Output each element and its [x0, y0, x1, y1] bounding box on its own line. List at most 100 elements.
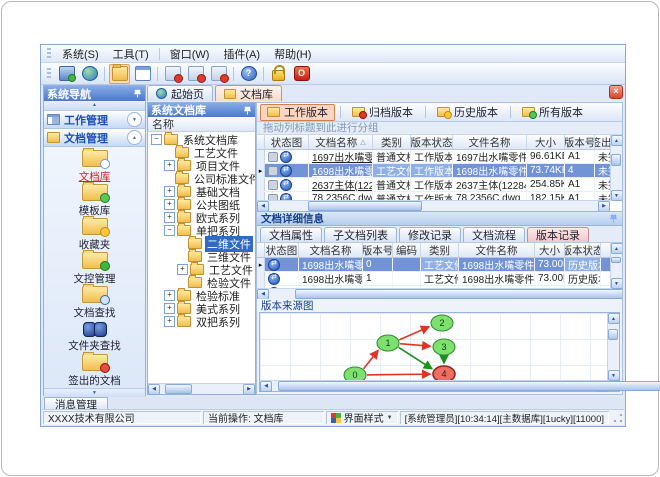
expand-icon[interactable]: +	[164, 290, 175, 301]
scroll-right-arrow[interactable]: ▶	[243, 383, 255, 395]
table-vertical-scrollbar[interactable]: ▲ ▼	[610, 243, 622, 289]
table-row-1[interactable]: ▸1698出水嘴零件图.dwg工艺文件工作版本1698出水嘴零件图.dwg73.…	[257, 164, 610, 178]
button-归档版本[interactable]: 归档版本	[345, 104, 420, 121]
pin-icon[interactable]	[242, 105, 252, 115]
expand-icon[interactable]: +	[164, 316, 175, 327]
toolbar-button-1[interactable]	[79, 64, 100, 84]
tab-起始页[interactable]: 起始页	[147, 85, 213, 101]
scroll-left-arrow[interactable]: ◀	[260, 380, 272, 392]
menu-item-0[interactable]: 系统(S)	[55, 45, 106, 63]
sidebar-item-4[interactable]: 文档查找	[74, 284, 116, 320]
chevron-up-icon[interactable]: ▲	[127, 130, 142, 145]
tree-column-header[interactable]: 名称	[148, 117, 255, 132]
scroll-track[interactable]	[611, 146, 621, 190]
sidebar-group-work[interactable]: 工作管理 ▼	[44, 111, 145, 129]
expand-icon[interactable]: +	[164, 303, 175, 314]
expand-icon[interactable]: +	[164, 199, 175, 210]
collapse-icon[interactable]: −	[164, 225, 175, 236]
sidebar-item-5[interactable]: 文件夹查找	[68, 320, 121, 354]
scroll-up-arrow[interactable]: ▲	[610, 135, 622, 146]
scroll-left-arrow[interactable]: ◀	[148, 383, 160, 395]
menu-item-2[interactable]: 窗口(W)	[163, 45, 217, 63]
sidebar-item-0[interactable]: 文档库	[79, 148, 110, 184]
table-horizontal-scrollbar[interactable]: ◀▶	[257, 200, 610, 211]
button-历史版本[interactable]: 历史版本	[430, 104, 505, 121]
column-header-7[interactable]: 版本状态	[565, 243, 601, 257]
scroll-track[interactable]	[608, 324, 618, 370]
scroll-thumb[interactable]	[611, 256, 621, 264]
toolbar-button-5[interactable]	[185, 64, 206, 84]
tab-版本记录[interactable]: 版本记录	[527, 227, 589, 242]
scroll-up-arrow[interactable]: ▲	[607, 313, 620, 324]
table-row-0[interactable]: ▸1698出水嘴零件图.dwg0工艺文件1698出水嘴零件图.dwg73.00K…	[257, 258, 610, 272]
toolbar-button-0[interactable]	[56, 64, 77, 84]
toolbar-button-9[interactable]: O	[291, 64, 312, 84]
table-row-2[interactable]: 2637主体(12284).dwg普通文档工作版本2637主体(12284).d…	[257, 178, 610, 192]
sidebar-item-1[interactable]: 模板库	[79, 182, 110, 218]
menubar-grip[interactable]	[47, 48, 51, 59]
chevron-down-icon[interactable]: ▼	[127, 112, 142, 127]
column-header-0[interactable]: 状态图	[265, 135, 309, 149]
button-工作版本[interactable]: 工作版本	[260, 103, 335, 121]
expand-icon[interactable]: +	[177, 264, 188, 275]
column-header-5[interactable]: 文件名称	[459, 243, 535, 257]
scroll-down-arrow[interactable]: ▼	[610, 278, 622, 289]
scroll-thumb[interactable]	[278, 381, 660, 391]
tab-文档属性[interactable]: 文档属性	[260, 227, 322, 242]
scroll-track[interactable]	[269, 201, 598, 211]
table-horizontal-scrollbar[interactable]: ◀▶	[257, 288, 622, 299]
column-header-6[interactable]: 版本号	[565, 135, 595, 149]
scroll-thumb[interactable]	[611, 153, 621, 166]
table-vertical-scrollbar[interactable]: ▲ ▼	[610, 135, 622, 201]
scroll-down-arrow[interactable]: ▼	[607, 370, 620, 381]
tab-文档流程[interactable]: 文档流程	[463, 227, 525, 242]
button-所有版本[interactable]: 所有版本	[515, 104, 590, 121]
chevron-down-icon[interactable]: ▼	[84, 391, 105, 396]
menu-item-3[interactable]: 插件(A)	[216, 45, 267, 63]
column-header-0[interactable]: 状态图	[265, 243, 299, 257]
scroll-down-arrow[interactable]: ▼	[610, 190, 622, 201]
pin-icon[interactable]	[132, 89, 142, 99]
chevron-up-icon[interactable]: ▲	[84, 103, 105, 108]
graph-horizontal-scrollbar[interactable]: ◀▶	[260, 380, 660, 392]
graph-vertical-scrollbar[interactable]: ▲ ▼	[607, 313, 620, 381]
expand-icon[interactable]: +	[164, 212, 175, 223]
column-header-2[interactable]: 类别	[373, 135, 411, 149]
table-row-1[interactable]: 1698出水嘴零件图.dwg1工艺文件1698出水嘴零件图.dwg73.00KB…	[257, 272, 610, 286]
scroll-track[interactable]	[611, 254, 621, 278]
version-graph-canvas[interactable]: 01234 ▲▼ ◀▶	[259, 312, 660, 392]
table-row-0[interactable]: 1697出水嘴零件图.dwg普通文档工作版本1697出水嘴零件图.dwg96.6…	[257, 150, 610, 164]
scroll-track[interactable]	[272, 381, 660, 391]
tab-子文档列表[interactable]: 子文档列表	[324, 227, 397, 242]
scroll-left-arrow[interactable]: ◀	[257, 200, 269, 211]
scroll-thumb[interactable]	[164, 384, 192, 394]
close-tab-button[interactable]: ×	[609, 85, 623, 99]
column-header-4[interactable]: 类别	[421, 243, 459, 257]
sidebar-item-6[interactable]: 签出的文档	[68, 352, 121, 388]
tab-文档库[interactable]: 文档库	[215, 85, 282, 101]
menu-item-4[interactable]: 帮助(H)	[267, 45, 318, 63]
scroll-thumb[interactable]	[608, 328, 618, 340]
toolbar-button-2[interactable]	[109, 63, 130, 84]
resize-grip[interactable]	[612, 411, 624, 424]
toolbar-button-6[interactable]	[208, 64, 229, 84]
pin-icon[interactable]	[608, 214, 618, 224]
column-header-2[interactable]: 版本号	[363, 243, 393, 257]
column-header-3[interactable]: 编码	[393, 243, 421, 257]
scroll-thumb[interactable]	[295, 289, 622, 299]
column-header-3[interactable]: 版本状态	[411, 135, 453, 149]
scroll-right-arrow[interactable]: ▶	[598, 200, 610, 211]
toolbar-button-4[interactable]	[162, 64, 183, 84]
toolbar-button-7[interactable]: ?	[238, 64, 259, 84]
sidebar-group-document[interactable]: 文档管理 ▲	[44, 129, 145, 147]
toolbar-button-8[interactable]	[268, 64, 289, 84]
column-header-6[interactable]: 大小	[535, 243, 565, 257]
column-header-1[interactable]: 文档名称 △	[309, 135, 373, 149]
tree-item-14[interactable]: + 双把系列	[148, 314, 255, 329]
scroll-track[interactable]	[160, 384, 243, 394]
sidebar-item-3[interactable]: 文控管理	[74, 250, 116, 286]
interface-style-selector[interactable]: 界面样式 ▼	[326, 411, 398, 424]
menu-item-1[interactable]: 工具(T)	[106, 45, 156, 63]
scroll-track[interactable]	[269, 289, 622, 299]
scroll-thumb[interactable]	[308, 201, 423, 211]
